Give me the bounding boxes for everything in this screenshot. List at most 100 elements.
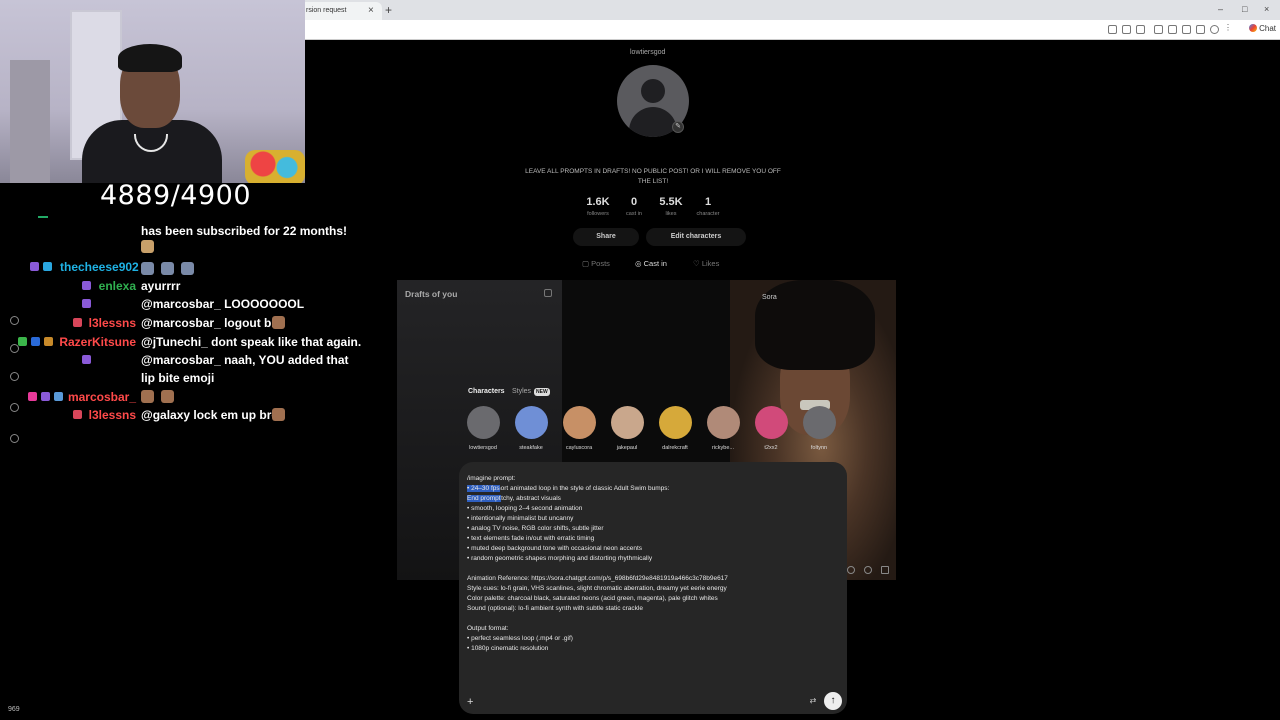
posts-icon: ▢	[582, 259, 592, 268]
gift-badge-icon	[44, 337, 53, 346]
tab-cast-in[interactable]: ◎ Cast in	[635, 259, 667, 268]
chat-message-text: ayurrrr	[141, 279, 181, 293]
character-name: jakepaul	[616, 445, 638, 451]
prompt-settings-icon[interactable]: ⇄	[807, 695, 819, 707]
character-item[interactable]: jakepaul	[606, 406, 648, 451]
chat-username[interactable]: marcosbar_	[66, 390, 136, 404]
tab-characters[interactable]: Characters	[468, 388, 505, 395]
browser-tab[interactable]: rsion request ×	[300, 2, 382, 20]
share-button[interactable]: Share	[573, 228, 639, 246]
prompt-textarea[interactable]: /imagine prompt: Create a short animated …	[467, 474, 837, 652]
moderator-badge-icon	[31, 337, 40, 346]
prompt-line: • smooth, looping 2–4 second animation	[467, 505, 583, 512]
stat-character-label: character	[696, 211, 720, 217]
home-icon[interactable]	[10, 316, 19, 325]
prompt-line: • muted deep background tone with occasi…	[467, 545, 643, 552]
chat-username[interactable]: l3lessns	[86, 316, 136, 330]
sub-badge-icon	[73, 318, 82, 327]
send-button[interactable]: ↑	[824, 692, 842, 710]
chat-message-text: @marcosbar_ naah, YOU added that	[141, 353, 349, 367]
browser-tab-bar: rsion request × + – □ ×	[300, 0, 1280, 20]
webcam-toy	[245, 150, 305, 183]
character-name: lowtiersgod	[469, 445, 497, 451]
prompt-line: • 1080p cinematic resolution	[467, 645, 549, 652]
window-maximize-button[interactable]: □	[1242, 4, 1247, 14]
video-loop-icon[interactable]	[847, 566, 855, 574]
character-name: steakfake	[519, 445, 543, 451]
sub-badge-icon	[82, 299, 91, 308]
extension-puzzle-icon[interactable]	[1168, 25, 1177, 34]
profile-icon[interactable]	[1210, 25, 1219, 34]
stat-cast-in-value: 0	[630, 196, 638, 208]
stat-followers-label: followers	[587, 211, 609, 217]
character-avatar	[754, 406, 788, 439]
zoom-icon[interactable]	[1122, 25, 1131, 34]
avatar-body	[629, 107, 677, 137]
prompt-line-selected: End prompt	[467, 495, 501, 502]
streamer-hair	[118, 44, 182, 72]
account-icon[interactable]	[10, 434, 19, 443]
face-emote-icon	[161, 390, 174, 403]
drafts-title: Drafts of you	[405, 289, 458, 299]
sub-badge-icon	[30, 262, 39, 271]
chat-emote-icon	[141, 262, 154, 275]
character-avatar	[610, 406, 644, 439]
character-item[interactable]: lowtiersgod	[462, 406, 504, 451]
character-name: rickybe...	[711, 445, 734, 451]
character-avatar	[802, 406, 836, 439]
tab-cast-in-label: Cast in	[643, 259, 667, 268]
character-picker: Characters Styles NEW lowtiersgod steakfa…	[462, 382, 844, 462]
prompt-composer[interactable]: /imagine prompt: Create a short animated …	[459, 462, 847, 714]
character-avatar	[562, 406, 596, 439]
chat-button[interactable]: Chat	[1249, 24, 1276, 33]
tab-likes-label: Likes	[701, 259, 720, 268]
prompt-line-selected: • 24–30 fps	[467, 485, 500, 492]
edit-pencil-icon[interactable]: ✎	[672, 121, 684, 133]
character-item[interactable]: rickybe...	[702, 406, 744, 451]
tab-likes[interactable]: ♡ Likes	[693, 259, 719, 268]
window-close-button[interactable]: ×	[1264, 4, 1269, 14]
stat-followers-value: 1.6K	[586, 196, 610, 208]
character-item[interactable]: cayluscora	[558, 406, 600, 451]
face-emote-icon	[272, 316, 285, 329]
search-icon[interactable]	[10, 344, 19, 353]
sub-badge-icon	[73, 410, 82, 419]
tab-posts-label: Posts	[591, 259, 610, 268]
chat-username[interactable]: enlexa	[96, 279, 136, 293]
new-tab-button[interactable]: +	[385, 3, 392, 17]
menu-icon[interactable]: ⋮	[1224, 23, 1233, 32]
drafts-settings-icon[interactable]	[544, 289, 552, 297]
tab-close-icon[interactable]: ×	[368, 5, 374, 16]
character-item[interactable]: t2xx2	[750, 406, 792, 451]
window-minimize-button[interactable]: –	[1218, 4, 1223, 14]
tab-styles[interactable]: Styles	[512, 388, 531, 395]
character-item[interactable]: steakfake	[510, 406, 552, 451]
character-avatar	[658, 406, 692, 439]
tab-posts[interactable]: ▢ Posts	[582, 259, 610, 268]
trophy-icon[interactable]	[10, 372, 19, 381]
chat-username[interactable]: l3lessns	[86, 408, 136, 422]
extension-icon[interactable]	[1154, 25, 1163, 34]
download-icon[interactable]	[1182, 25, 1191, 34]
sub-badge-icon	[82, 281, 91, 290]
chat-emote-icon	[161, 262, 174, 275]
bell-icon[interactable]	[10, 403, 19, 412]
prompt-lines: /imagine prompt: Create a short animated …	[467, 474, 837, 652]
webcam-overlay	[0, 0, 305, 183]
chat-message-text: @marcosbar_ LOOOOOOOL	[141, 297, 305, 311]
bookmark-star-icon[interactable]	[1136, 25, 1145, 34]
sidebar-icon[interactable]	[1196, 25, 1205, 34]
chat-message-text: lip bite emoji	[141, 371, 215, 385]
video-share-icon[interactable]	[881, 566, 889, 574]
character-item[interactable]: foltynn	[798, 406, 840, 451]
character-item[interactable]: dalrekcraft	[654, 406, 696, 451]
edit-characters-button[interactable]: Edit characters	[646, 228, 746, 246]
add-attachment-button[interactable]: +	[467, 696, 473, 708]
video-remix-icon[interactable]	[864, 566, 872, 574]
prompt-line: • perfect seamless loop (.mp4 or .gif)	[467, 635, 573, 642]
cast-in-icon: ◎	[635, 259, 644, 268]
translate-icon[interactable]	[1108, 25, 1117, 34]
chat-username[interactable]: RazerKitsune	[58, 335, 136, 349]
chat-username[interactable]: thecheese902	[60, 260, 139, 274]
viewer-count: 969	[8, 706, 20, 713]
